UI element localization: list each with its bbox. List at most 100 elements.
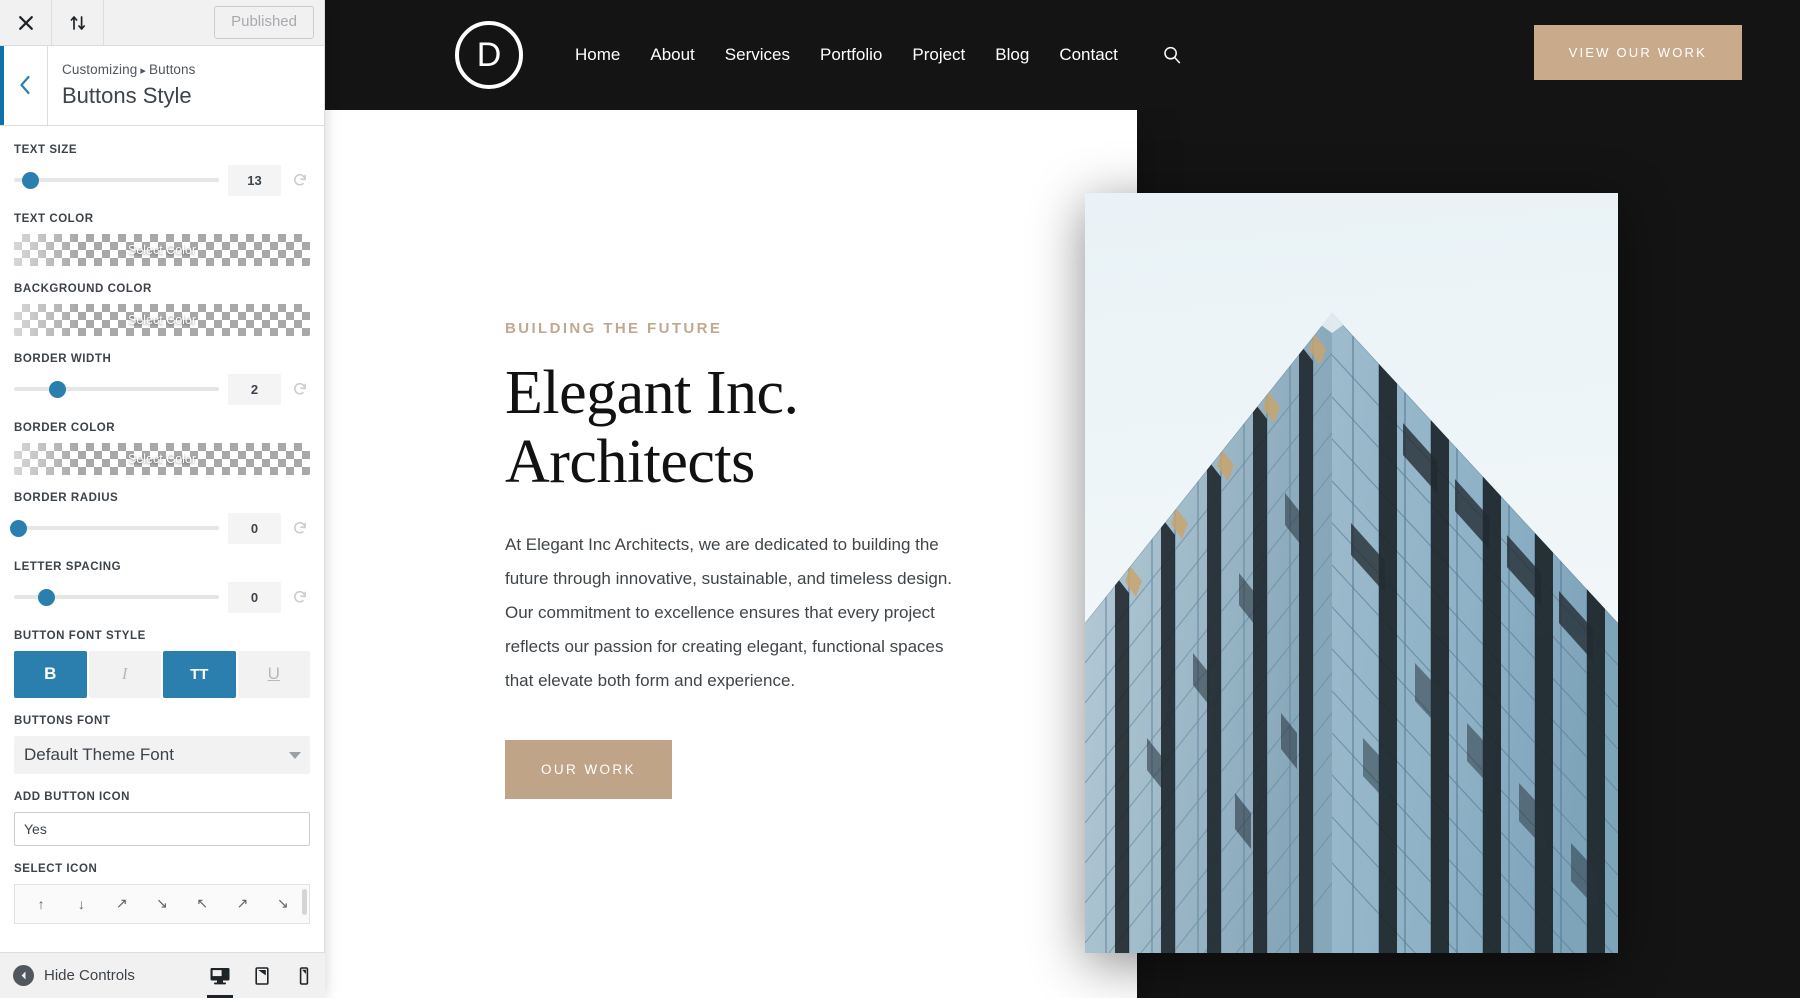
hero-title: Elegant Inc. Architects [505,359,799,497]
slider-knob[interactable] [21,171,39,189]
border-width-slider[interactable] [14,380,219,398]
our-work-button[interactable]: OUR WORK [505,739,672,799]
control-label: LETTER SPACING [14,560,122,573]
slider-row: 2 [14,373,310,405]
chevron-left-icon[interactable] [0,46,48,125]
text-color-picker[interactable]: Select Color [14,233,310,266]
customizer-panel-header: Customizing ▸ Buttons Buttons Style [0,46,324,126]
border-radius-value[interactable]: 0 [228,512,281,544]
customizer-controls-body: TEXT SIZE 13 TEXT COLOR Select Color BAC… [0,126,324,998]
customizer-footer: Hide Controls [0,952,325,998]
letter-spacing-slider[interactable] [14,588,219,606]
icon-option[interactable]: ↗ [102,895,142,912]
control-button-font-style: BUTTON FONT STYLE B I TT U [14,630,310,698]
select-color-label: Select Color [127,451,197,466]
font-style-bold-button[interactable]: B [14,650,87,698]
control-add-button-icon: ADD BUTTON ICON [14,791,310,846]
control-background-color: BACKGROUND COLOR Select Color [14,283,310,336]
reset-icon[interactable] [290,518,310,538]
buttons-font-value: Default Theme Font [24,744,174,764]
background-color-picker[interactable]: Select Color [14,303,310,336]
icon-option[interactable]: ↘ [142,895,182,912]
control-label: BORDER COLOR [14,421,116,434]
control-label: BACKGROUND COLOR [14,282,152,295]
text-size-value[interactable]: 13 [228,164,281,196]
control-buttons-font: BUTTONS FONT Default Theme Font [14,715,310,774]
hero-content-card: BUILDING THE FUTURE Elegant Inc. Archite… [325,110,1137,998]
nav-item-portfolio[interactable]: Portfolio [820,45,882,65]
text-size-slider[interactable] [14,171,219,189]
icon-grid-scrollbar[interactable] [302,888,307,915]
nav-item-contact[interactable]: Contact [1059,45,1118,65]
icon-option[interactable]: ↓ [61,896,101,912]
font-style-italic-button[interactable]: I [88,650,161,698]
nav-item-services[interactable]: Services [725,45,790,65]
panel-titles: Customizing ▸ Buttons Buttons Style [48,46,196,125]
control-label: BUTTONS FONT [14,714,111,727]
hide-controls-label: Hide Controls [44,967,135,984]
nav-item-project[interactable]: Project [912,45,965,65]
control-text-size: TEXT SIZE 13 [14,144,310,196]
slider-knob[interactable] [48,380,66,398]
hero-paragraph: At Elegant Inc Architects, we are dedica… [505,534,952,690]
control-label: TEXT SIZE [14,143,78,156]
reset-icon[interactable] [290,379,310,399]
customizer-topbar: Published [0,0,324,46]
slider-row: 0 [9,512,310,544]
breadcrumb-current: Buttons [149,62,196,77]
hero-text-block: BUILDING THE FUTURE Elegant Inc. Archite… [325,110,965,799]
icon-option[interactable]: ↗ [222,895,262,912]
border-color-picker[interactable]: Select Color [14,442,310,475]
nav-item-blog[interactable]: Blog [995,45,1029,65]
slider-row: 13 [14,164,310,196]
select-color-label: Select Color [127,242,197,257]
font-style-underline-button[interactable]: U [237,650,310,698]
control-label: BORDER RADIUS [14,491,119,504]
customizer-sidebar: Published Customizing ▸ Buttons Buttons St… [0,0,325,998]
chevron-left-circle-icon [13,965,34,986]
close-icon[interactable] [0,0,52,45]
hide-controls-button[interactable]: Hide Controls [0,965,135,986]
search-icon[interactable] [1162,45,1182,65]
border-width-value[interactable]: 2 [228,373,281,405]
icon-option[interactable]: ↖ [182,895,222,912]
border-radius-slider[interactable] [9,519,219,537]
control-text-color: TEXT COLOR Select Color [14,213,310,266]
font-style-uppercase-button[interactable]: TT [163,650,236,698]
reset-icon[interactable] [290,587,310,607]
font-style-group: B I TT U [14,650,310,698]
icon-option[interactable]: ↑ [21,896,61,912]
publish-button[interactable]: Published [214,6,314,39]
control-border-width: BORDER WIDTH 2 [14,353,310,405]
slider-knob[interactable] [9,519,27,537]
nav-item-home[interactable]: Home [575,45,620,65]
chevron-down-icon [289,751,301,759]
tablet-icon[interactable] [241,953,283,998]
primary-nav: Home About Services Portfolio Project Bl… [575,45,1182,65]
control-letter-spacing: LETTER SPACING 0 [14,561,310,613]
icon-picker-grid[interactable]: ↑ ↓ ↗ ↘ ↖ ↗ ↘ [14,883,310,924]
letter-spacing-value[interactable]: 0 [228,581,281,613]
slider-row: 0 [14,581,310,613]
breadcrumb: Customizing ▸ Buttons [62,60,196,80]
customizer-app: Published Customizing ▸ Buttons Buttons St… [0,0,1800,998]
site-preview: D Home About Services Portfolio Project … [325,0,1800,998]
reset-icon[interactable] [290,170,310,190]
desktop-icon[interactable] [199,953,241,998]
icon-option[interactable]: ↘ [263,895,303,912]
collapse-arrows-icon[interactable] [52,0,104,45]
control-label: ADD BUTTON ICON [14,790,131,803]
control-label: BUTTON FONT STYLE [14,629,146,642]
control-label: SELECT ICON [14,862,98,875]
hero-eyebrow: BUILDING THE FUTURE [505,320,723,337]
view-our-work-button[interactable]: VIEW OUR WORK [1533,25,1742,80]
buttons-font-select[interactable]: Default Theme Font [14,735,310,774]
slider-knob[interactable] [38,588,56,606]
control-border-color: BORDER COLOR Select Color [14,422,310,475]
nav-item-about[interactable]: About [650,45,694,65]
mobile-icon[interactable] [283,953,325,998]
site-logo[interactable]: D [455,21,523,89]
control-label: TEXT COLOR [14,212,94,225]
add-button-icon-input[interactable] [14,811,310,846]
